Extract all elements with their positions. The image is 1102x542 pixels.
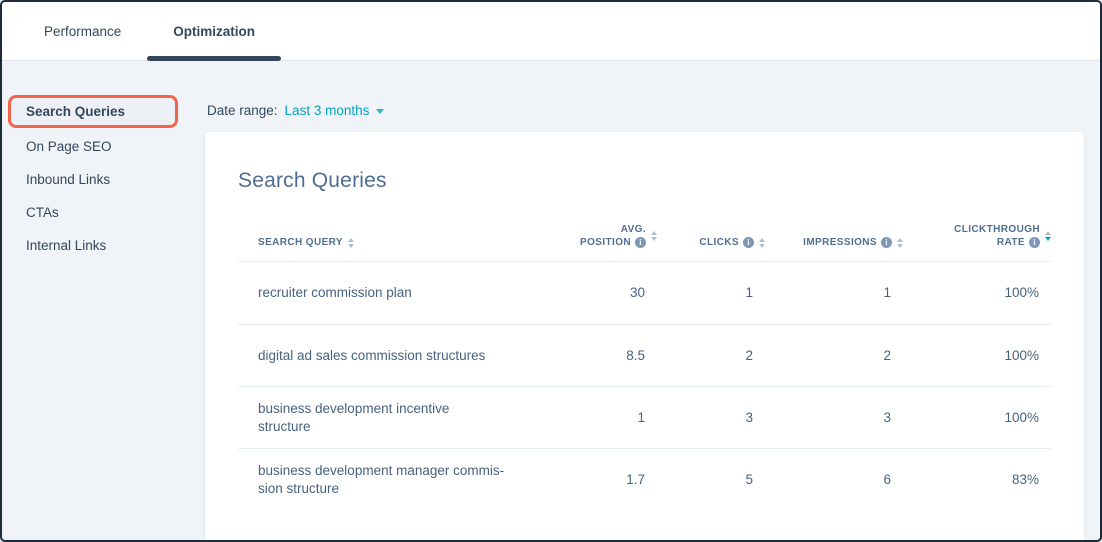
cell-clicks: 1 [745, 285, 753, 300]
cell-clicks: 3 [745, 409, 753, 425]
tab-label: Optimization [173, 23, 256, 39]
column-header-label: SEARCH QUERY [258, 237, 343, 248]
cell-search-query: business development incentive structure [258, 400, 450, 434]
column-header-label: AVG. POSITION i [580, 224, 646, 248]
sidebar-item-label: On Page SEO [26, 139, 112, 154]
cell-clicks: 5 [745, 471, 753, 487]
sort-up-icon [1045, 231, 1051, 235]
column-header-avg-position[interactable]: AVG. POSITION i [539, 223, 657, 249]
cell-clickthrough-rate: 100% [1004, 285, 1039, 300]
cell-impressions: 3 [883, 409, 891, 425]
sidebar-item-on-page-seo[interactable]: On Page SEO [2, 130, 192, 163]
cell-search-query: recruiter commission plan [258, 285, 412, 300]
info-icon[interactable]: i [1029, 237, 1040, 248]
sort-carets-icon[interactable] [348, 237, 354, 248]
date-range-label: Date range: [207, 103, 278, 118]
column-header-label: CLICKTHROUGH RATE i [954, 224, 1040, 248]
cell-avg-position: 30 [629, 285, 645, 300]
tab-optimization[interactable]: Optimization [147, 2, 281, 61]
sort-up-icon [651, 231, 657, 235]
sidebar-item-label: Inbound Links [26, 172, 111, 187]
cell-clickthrough-rate: 100% [1004, 347, 1039, 363]
cell-avg-position: 8.5 [626, 347, 645, 363]
tab-label: Performance [44, 23, 122, 39]
main-content: Date range: Last 3 months Search Queries… [192, 61, 1100, 540]
search-queries-card: Search Queries SEARCH QUERY AVG. POSITIO… [205, 132, 1084, 540]
cell-impressions: 2 [883, 347, 891, 363]
date-range-control: Date range: Last 3 months [207, 103, 1084, 118]
chevron-down-icon[interactable] [376, 109, 385, 114]
sidebar-item-inbound-links[interactable]: Inbound Links [2, 163, 192, 196]
sidebar-item-label: Internal Links [26, 238, 107, 253]
cell-avg-position: 1 [637, 409, 645, 425]
date-range-value[interactable]: Last 3 months [285, 103, 370, 118]
column-header-search-query[interactable]: SEARCH QUERY [238, 236, 539, 249]
top-tab-bar: Performance Optimization [2, 2, 1100, 61]
cell-search-query: business development manager commis- sio… [258, 462, 505, 496]
cell-clicks: 2 [745, 347, 753, 363]
search-queries-table: SEARCH QUERY AVG. POSITION i CLICKS i IMPR… [238, 223, 1051, 510]
card-title: Search Queries [238, 169, 387, 192]
cell-clickthrough-rate: 83% [1011, 471, 1039, 487]
table-row[interactable]: recruiter commission plan 30 1 1 100% [238, 262, 1051, 324]
sidebar: Search Queries On Page SEO Inbound Links… [2, 61, 192, 540]
table-row[interactable]: digital ad sales commission structures 8… [238, 324, 1051, 386]
cell-clickthrough-rate: 100% [1004, 409, 1039, 425]
page-body: Search Queries On Page SEO Inbound Links… [2, 61, 1100, 540]
sort-up-icon [348, 237, 354, 242]
info-icon[interactable]: i [881, 237, 892, 248]
info-icon[interactable]: i [743, 237, 754, 248]
column-header-impressions[interactable]: IMPRESSIONS i [765, 236, 903, 249]
column-header-label: IMPRESSIONS i [803, 236, 892, 249]
column-header-clickthrough-rate[interactable]: CLICKTHROUGH RATE i [903, 223, 1051, 249]
cell-impressions: 1 [883, 285, 891, 300]
info-icon[interactable]: i [635, 237, 646, 248]
cell-avg-position: 1.7 [626, 471, 645, 487]
table-header-row: SEARCH QUERY AVG. POSITION i CLICKS i IMPR… [238, 223, 1051, 262]
table-row[interactable]: business development manager commis- sio… [238, 448, 1051, 510]
column-header-clicks[interactable]: CLICKS i [657, 236, 765, 249]
app-window: Performance Optimization Search Queries … [0, 0, 1102, 542]
sidebar-item-ctas[interactable]: CTAs [2, 196, 192, 229]
cell-impressions: 6 [883, 471, 891, 487]
column-header-label: CLICKS i [699, 236, 754, 249]
cell-search-query: digital ad sales commission structures [258, 347, 486, 363]
sort-down-icon [1045, 237, 1051, 241]
table-body: recruiter commission plan 30 1 1 100% di… [238, 262, 1051, 510]
tab-performance[interactable]: Performance [18, 2, 147, 60]
sidebar-item-search-queries[interactable]: Search Queries [8, 95, 178, 128]
sort-carets-icon[interactable] [1045, 231, 1051, 241]
sidebar-item-label: Search Queries [26, 104, 126, 119]
sidebar-item-internal-links[interactable]: Internal Links [2, 229, 192, 262]
table-row[interactable]: business development incentive structure… [238, 386, 1051, 448]
sort-down-icon [348, 243, 354, 248]
sidebar-item-label: CTAs [26, 205, 59, 220]
